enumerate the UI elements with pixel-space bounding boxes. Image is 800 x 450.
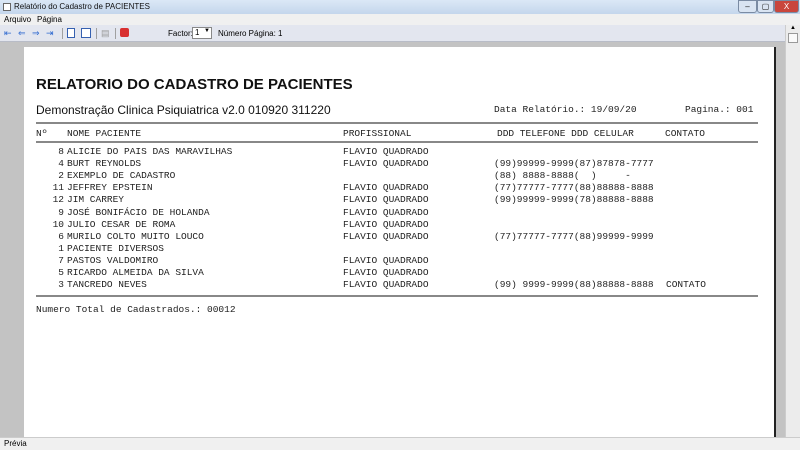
row-phones: (99)99999-9999(78)88888-8888 bbox=[494, 194, 654, 206]
row-prof: FLAVIO QUADRADO bbox=[343, 230, 429, 242]
divider bbox=[36, 122, 758, 124]
menu-pagina[interactable]: Página bbox=[37, 15, 62, 24]
row-contact: CONTATO bbox=[666, 279, 706, 291]
header-name: NOME PACIENTE bbox=[67, 128, 142, 139]
row-name: TANCREDO NEVES bbox=[67, 279, 147, 291]
row-prof: FLAVIO QUADRADO bbox=[343, 182, 429, 194]
scroll-thumb[interactable] bbox=[788, 33, 798, 43]
toolbar: ⇤ ⇐ ⇒ ⇥ ▤ Factor: 1 ▼ Número Página: 1 bbox=[0, 25, 785, 42]
row-num: 3 bbox=[58, 279, 64, 291]
row-name: JIM CARREY bbox=[67, 194, 125, 206]
header-prof: PROFISSIONAL bbox=[343, 128, 412, 139]
factor-select[interactable]: 1 ▼ bbox=[192, 27, 212, 39]
row-prof: FLAVIO QUADRADO bbox=[343, 146, 429, 157]
app-icon bbox=[3, 3, 11, 11]
menu-bar: Arquivo Página bbox=[0, 14, 800, 25]
row-prof: FLAVIO QUADRADO bbox=[343, 267, 429, 278]
row-num: 9 bbox=[58, 206, 64, 218]
close-button[interactable]: X bbox=[774, 0, 799, 13]
page-number-label: Número Página: 1 bbox=[218, 29, 283, 38]
report-title: RELATORIO DO CADASTRO DE PACIENTES bbox=[36, 76, 353, 93]
row-num: 2 bbox=[58, 170, 64, 182]
row-name: JOSÉ BONIFÁCIO DE HOLANDA bbox=[67, 206, 210, 218]
header-contact: CONTATO bbox=[665, 128, 705, 139]
divider bbox=[36, 141, 758, 143]
row-num: 4 bbox=[58, 158, 64, 170]
next-page-icon[interactable]: ⇒ bbox=[32, 28, 40, 38]
row-phones: (99)99999-9999(87)87878-7777 bbox=[494, 158, 654, 170]
status-text: Prévia bbox=[4, 439, 27, 448]
row-num: 10 bbox=[52, 218, 64, 230]
title-bar: Relatório do Cadastro de PACIENTES – ▢ X bbox=[0, 0, 800, 14]
row-num: 1 bbox=[58, 242, 64, 254]
two-page-icon[interactable] bbox=[81, 28, 91, 38]
report-subtitle: Demonstração Clinica Psiquiatrica v2.0 0… bbox=[36, 103, 331, 117]
row-prof: FLAVIO QUADRADO bbox=[343, 218, 429, 230]
row-prof: FLAVIO QUADRADO bbox=[343, 254, 429, 266]
divider bbox=[36, 295, 758, 297]
maximize-button[interactable]: ▢ bbox=[757, 0, 774, 13]
row-prof: FLAVIO QUADRADO bbox=[343, 158, 429, 170]
row-name: PACIENTE DIVERSOS bbox=[67, 242, 164, 254]
prev-page-icon[interactable]: ⇐ bbox=[18, 28, 26, 38]
row-num: 11 bbox=[52, 182, 64, 194]
row-prof: FLAVIO QUADRADO bbox=[343, 194, 429, 206]
factor-value: 1 bbox=[195, 28, 200, 37]
scroll-up-icon[interactable]: ▲ bbox=[786, 25, 800, 31]
row-num: 7 bbox=[58, 254, 64, 266]
row-num: 8 bbox=[58, 146, 64, 157]
window-title: Relatório do Cadastro de PACIENTES bbox=[14, 2, 150, 11]
print-icon[interactable]: ▤ bbox=[101, 28, 110, 38]
row-prof: FLAVIO QUADRADO bbox=[343, 279, 429, 291]
close-preview-icon[interactable] bbox=[120, 28, 129, 37]
report-date: Data Relatório.: 19/09/20 bbox=[494, 104, 637, 115]
menu-arquivo[interactable]: Arquivo bbox=[4, 15, 31, 24]
vertical-scrollbar[interactable]: ▲ bbox=[785, 25, 800, 437]
row-num: 12 bbox=[52, 194, 64, 206]
row-name: ALICIE DO PAIS DAS MARAVILHAS bbox=[67, 146, 233, 157]
row-prof: FLAVIO QUADRADO bbox=[343, 206, 429, 218]
row-name: JEFFREY EPSTEIN bbox=[67, 182, 153, 194]
row-name: JULIO CESAR DE ROMA bbox=[67, 218, 176, 230]
row-phones: (77)77777-7777(88)99999-9999 bbox=[494, 230, 654, 242]
status-bar: Prévia bbox=[0, 437, 800, 450]
row-name: RICARDO ALMEIDA DA SILVA bbox=[67, 267, 204, 278]
first-page-icon[interactable]: ⇤ bbox=[4, 28, 12, 38]
row-name: MURILO COLTO MUITO LOUCO bbox=[67, 230, 204, 242]
row-phones: (99) 9999-9999(88)88888-8888 bbox=[494, 279, 654, 291]
row-phones: (77)77777-7777(88)88888-8888 bbox=[494, 182, 654, 194]
single-page-icon[interactable] bbox=[67, 28, 75, 38]
row-num: 6 bbox=[58, 230, 64, 242]
row-phones: (88) 8888-8888( ) - bbox=[494, 170, 631, 182]
last-page-icon[interactable]: ⇥ bbox=[46, 28, 54, 38]
row-name: PASTOS VALDOMIRO bbox=[67, 254, 159, 266]
header-num: Nº bbox=[36, 128, 48, 139]
minimize-button[interactable]: – bbox=[738, 0, 757, 13]
row-name: BURT REYNOLDS bbox=[67, 158, 142, 170]
report-page-number: Pagina.: 001 bbox=[685, 104, 754, 115]
factor-label: Factor: bbox=[168, 29, 193, 38]
chevron-down-icon: ▼ bbox=[204, 28, 210, 34]
total-count: Numero Total de Cadastrados.: 00012 bbox=[36, 304, 236, 315]
row-name: EXEMPLO DE CADASTRO bbox=[67, 170, 176, 182]
header-phones: DDD TELEFONE DDD CELULAR bbox=[497, 128, 634, 139]
row-num: 5 bbox=[58, 267, 64, 278]
